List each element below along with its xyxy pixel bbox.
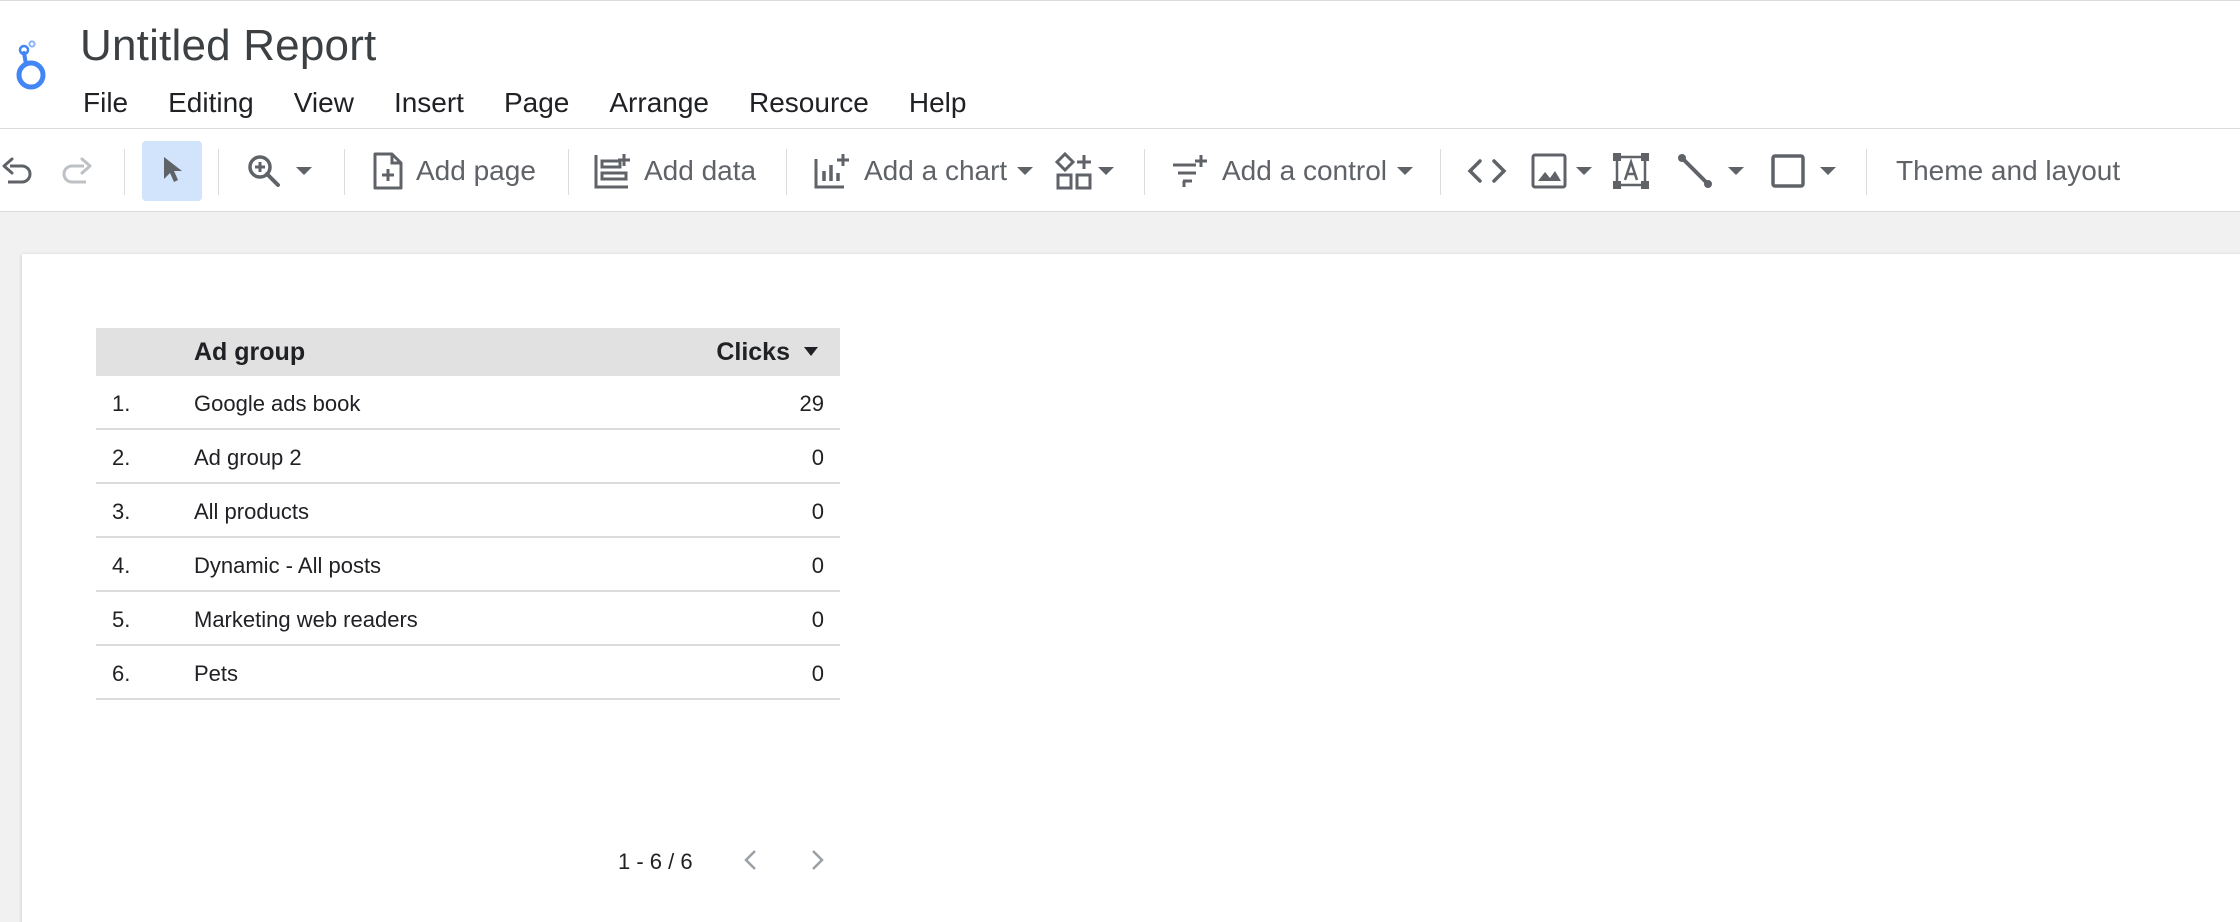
sort-descending-icon[interactable] (804, 347, 818, 356)
add-page-button[interactable]: Add page (372, 129, 536, 213)
app-header: Untitled Report File Editing View Insert… (0, 0, 2240, 128)
chevron-down-icon (1098, 167, 1114, 175)
row-index: 6. (112, 661, 131, 686)
toolbar-divider (1866, 149, 1867, 195)
add-control-icon (1170, 151, 1210, 191)
chevron-left-icon (741, 848, 761, 877)
insert-line-button[interactable] (1676, 129, 1744, 213)
menu-view[interactable]: View (294, 87, 354, 119)
add-chart-icon (812, 151, 852, 191)
embed-url-button[interactable] (1466, 129, 1508, 213)
image-icon (1530, 152, 1568, 190)
toolbar-divider (124, 149, 125, 195)
undo-icon (0, 154, 34, 188)
chevron-down-icon (1728, 167, 1744, 175)
table-row[interactable]: 2. Ad group 2 0 (96, 430, 840, 484)
looker-studio-logo[interactable] (12, 39, 52, 93)
row-index: 4. (112, 553, 131, 578)
undo-button[interactable] (0, 129, 34, 213)
clicks-cell: 0 (811, 553, 824, 578)
menu-insert[interactable]: Insert (394, 87, 464, 119)
add-data-icon (592, 151, 632, 191)
table-pagination: 1 - 6 / 6 (618, 844, 865, 880)
toolbar-divider (344, 149, 345, 195)
add-page-icon (372, 151, 404, 191)
clicks-cell: 0 (811, 661, 824, 686)
zoom-button[interactable] (246, 129, 312, 213)
report-canvas: Ad group Clicks 1. Google ads book 29 2.… (0, 212, 2240, 922)
components-icon (1054, 151, 1094, 191)
add-page-label: Add page (416, 155, 536, 186)
ad-group-cell: Pets (194, 661, 239, 686)
column-header-ad-group[interactable]: Ad group (194, 338, 305, 367)
insert-text-button[interactable] (1612, 129, 1650, 213)
chevron-down-icon (1017, 167, 1034, 175)
toolbar-divider (568, 149, 569, 195)
add-chart-label: Add a chart (864, 155, 1008, 186)
column-header-clicks[interactable]: Clicks (716, 338, 790, 367)
insert-shape-button[interactable] (1770, 129, 1836, 213)
chevron-down-icon (296, 167, 312, 175)
chevron-down-icon (1576, 167, 1592, 175)
redo-button[interactable] (60, 129, 94, 213)
add-control-label: Add a control (1222, 155, 1387, 186)
chevron-right-icon (807, 848, 827, 877)
insert-image-button[interactable] (1530, 129, 1592, 213)
toolbar-divider (1440, 149, 1441, 195)
select-tool-button[interactable] (142, 141, 202, 201)
toolbar-divider (786, 149, 787, 195)
toolbar-divider (218, 149, 219, 195)
table-row[interactable]: 1. Google ads book 29 (96, 376, 840, 430)
community-visualizations-button[interactable] (1054, 129, 1114, 213)
ad-group-cell: Ad group 2 (194, 445, 302, 470)
row-index: 3. (112, 499, 131, 524)
table-chart[interactable]: Ad group Clicks 1. Google ads book 29 2.… (96, 328, 840, 700)
row-index: 5. (112, 607, 131, 632)
add-control-button[interactable]: Add a control (1170, 129, 1413, 213)
ad-group-cell: All products (194, 499, 309, 524)
clicks-cell: 0 (811, 445, 824, 470)
report-page[interactable]: Ad group Clicks 1. Google ads book 29 2.… (22, 254, 2240, 922)
line-icon (1676, 152, 1714, 190)
menu-resource[interactable]: Resource (749, 87, 869, 119)
row-index: 2. (112, 445, 131, 470)
zoom-in-icon (246, 153, 282, 189)
menu-editing[interactable]: Editing (168, 87, 254, 119)
theme-and-layout-label: Theme and layout (1896, 155, 2121, 186)
rectangle-icon (1770, 153, 1806, 189)
pagination-label: 1 - 6 / 6 (618, 849, 693, 874)
chevron-down-icon (1397, 167, 1413, 175)
menu-page[interactable]: Page (504, 87, 569, 119)
menu-file[interactable]: File (83, 87, 128, 119)
clicks-cell: 0 (811, 607, 824, 632)
add-data-button[interactable]: Add data (592, 129, 756, 213)
table-row[interactable]: 6. Pets 0 (96, 646, 840, 700)
add-chart-button[interactable]: Add a chart (812, 129, 1034, 213)
report-title[interactable]: Untitled Report (80, 21, 376, 71)
add-data-label: Add data (644, 155, 757, 186)
code-icon (1466, 154, 1508, 188)
row-index: 1. (112, 391, 131, 416)
next-page-button[interactable] (799, 844, 835, 880)
toolbar-divider (1144, 149, 1145, 195)
menu-help[interactable]: Help (909, 87, 967, 119)
clicks-cell: 29 (799, 391, 824, 416)
table-row[interactable]: 4. Dynamic - All posts 0 (96, 538, 840, 592)
clicks-cell: 0 (811, 499, 824, 524)
cursor-arrow-icon (159, 154, 185, 189)
ad-group-cell: Google ads book (194, 391, 361, 416)
previous-page-button[interactable] (733, 844, 769, 880)
table-row[interactable]: 3. All products 0 (96, 484, 840, 538)
menu-bar: File Editing View Insert Page Arrange Re… (83, 87, 1006, 119)
redo-icon (60, 154, 94, 188)
toolbar: Add page Add data Add a chart Add a cont… (0, 128, 2240, 212)
text-box-icon (1612, 152, 1650, 190)
table-header: Ad group Clicks (96, 328, 840, 376)
theme-and-layout-button[interactable]: Theme and layout (1884, 129, 2120, 213)
menu-arrange[interactable]: Arrange (609, 87, 709, 119)
ad-group-cell: Dynamic - All posts (194, 553, 382, 578)
table-row[interactable]: 5. Marketing web readers 0 (96, 592, 840, 646)
ad-group-cell: Marketing web readers (194, 607, 418, 632)
chevron-down-icon (1820, 167, 1836, 175)
